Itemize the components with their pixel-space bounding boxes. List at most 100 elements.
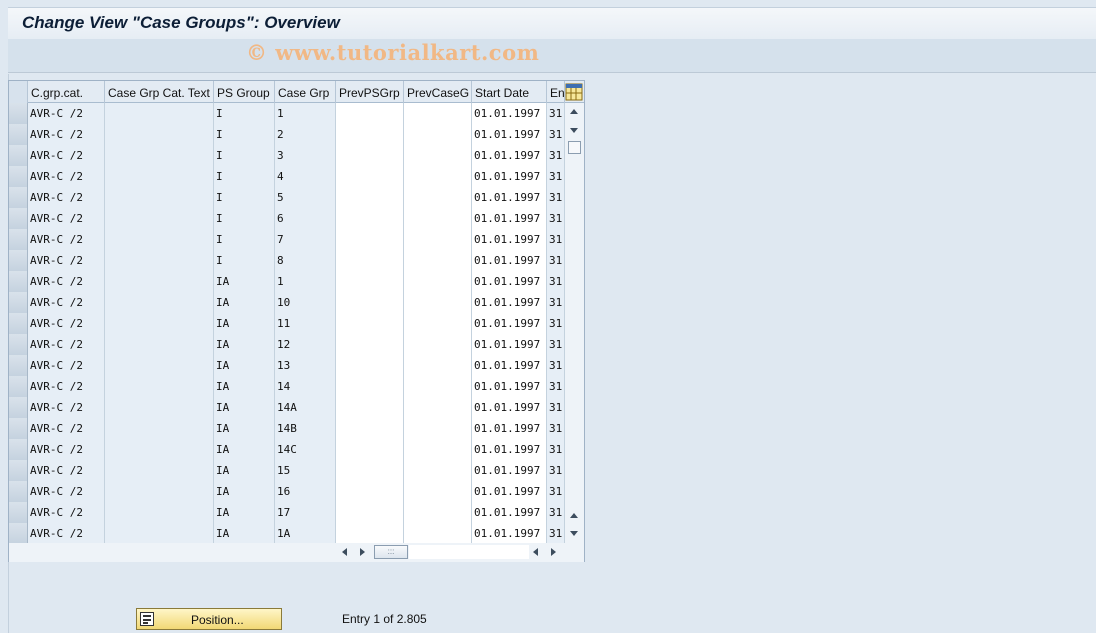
cell-case-group[interactable]: 4	[275, 166, 336, 187]
cell-ps-group[interactable]: IA	[214, 292, 275, 313]
cell-ps-group[interactable]: I	[214, 145, 275, 166]
cell-previous-case-group[interactable]	[404, 124, 472, 145]
cell-ps-group[interactable]: I	[214, 250, 275, 271]
cell-previous-ps-group[interactable]	[336, 523, 404, 544]
scroll-left-icon[interactable]	[342, 548, 347, 556]
cell-previous-ps-group[interactable]	[336, 355, 404, 376]
cell-case-group-category-text[interactable]	[105, 271, 214, 292]
cell-previous-ps-group[interactable]	[336, 439, 404, 460]
cell-case-group-category[interactable]: AVR-C /2	[28, 145, 105, 166]
cell-case-group-category-text[interactable]	[105, 145, 214, 166]
table-row[interactable]: AVR-C /2 IA 12 01.01.1997 31	[9, 334, 565, 355]
cell-case-group-category[interactable]: AVR-C /2	[28, 502, 105, 523]
cell-ps-group[interactable]: IA	[214, 355, 275, 376]
cell-end-date[interactable]: 31	[547, 124, 565, 145]
table-row[interactable]: AVR-C /2 IA 11 01.01.1997 31	[9, 313, 565, 334]
table-row[interactable]: AVR-C /2 IA 13 01.01.1997 31	[9, 355, 565, 376]
row-selector[interactable]	[9, 208, 28, 229]
cell-ps-group[interactable]: IA	[214, 460, 275, 481]
column-header-case-group[interactable]: Case Grp	[275, 81, 336, 103]
cell-ps-group[interactable]: IA	[214, 439, 275, 460]
row-selector[interactable]	[9, 271, 28, 292]
cell-ps-group[interactable]: IA	[214, 523, 275, 544]
cell-start-date[interactable]: 01.01.1997	[472, 145, 547, 166]
table-row[interactable]: AVR-C /2 I 1 01.01.1997 31	[9, 103, 565, 124]
row-selector[interactable]	[9, 523, 28, 544]
cell-previous-ps-group[interactable]	[336, 124, 404, 145]
cell-end-date[interactable]: 31	[547, 334, 565, 355]
cell-case-group-category-text[interactable]	[105, 376, 214, 397]
cell-start-date[interactable]: 01.01.1997	[472, 355, 547, 376]
cell-previous-case-group[interactable]	[404, 271, 472, 292]
cell-previous-ps-group[interactable]	[336, 103, 404, 124]
cell-case-group[interactable]: 13	[275, 355, 336, 376]
row-selector[interactable]	[9, 166, 28, 187]
row-selector[interactable]	[9, 481, 28, 502]
column-header-case-group-category[interactable]: C.grp.cat.	[28, 81, 105, 103]
cell-case-group-category[interactable]: AVR-C /2	[28, 292, 105, 313]
cell-start-date[interactable]: 01.01.1997	[472, 271, 547, 292]
scroll-right-icon[interactable]	[360, 548, 365, 556]
table-row[interactable]: AVR-C /2 IA 17 01.01.1997 31	[9, 502, 565, 523]
cell-case-group-category-text[interactable]	[105, 313, 214, 334]
cell-start-date[interactable]: 01.01.1997	[472, 460, 547, 481]
cell-previous-case-group[interactable]	[404, 502, 472, 523]
cell-previous-ps-group[interactable]	[336, 187, 404, 208]
cell-previous-case-group[interactable]	[404, 103, 472, 124]
cell-start-date[interactable]: 01.01.1997	[472, 250, 547, 271]
cell-case-group-category[interactable]: AVR-C /2	[28, 523, 105, 544]
cell-case-group-category-text[interactable]	[105, 208, 214, 229]
cell-case-group-category-text[interactable]	[105, 418, 214, 439]
table-row[interactable]: AVR-C /2 IA 16 01.01.1997 31	[9, 481, 565, 502]
cell-start-date[interactable]: 01.01.1997	[472, 439, 547, 460]
table-row[interactable]: AVR-C /2 IA 14C 01.01.1997 31	[9, 439, 565, 460]
cell-previous-ps-group[interactable]	[336, 460, 404, 481]
cell-ps-group[interactable]: IA	[214, 502, 275, 523]
select-all-cell[interactable]	[9, 81, 28, 103]
cell-case-group[interactable]: 6	[275, 208, 336, 229]
cell-case-group[interactable]: 7	[275, 229, 336, 250]
cell-previous-ps-group[interactable]	[336, 208, 404, 229]
table-row[interactable]: AVR-C /2 I 4 01.01.1997 31	[9, 166, 565, 187]
cell-start-date[interactable]: 01.01.1997	[472, 313, 547, 334]
cell-end-date[interactable]: 31	[547, 292, 565, 313]
cell-case-group-category[interactable]: AVR-C /2	[28, 103, 105, 124]
cell-end-date[interactable]: 31	[547, 397, 565, 418]
cell-case-group[interactable]: 5	[275, 187, 336, 208]
column-header-ps-group[interactable]: PS Group	[214, 81, 275, 103]
cell-start-date[interactable]: 01.01.1997	[472, 166, 547, 187]
cell-case-group-category[interactable]: AVR-C /2	[28, 460, 105, 481]
cell-previous-case-group[interactable]	[404, 397, 472, 418]
cell-end-date[interactable]: 31	[547, 523, 565, 544]
cell-end-date[interactable]: 31	[547, 460, 565, 481]
table-row[interactable]: AVR-C /2 I 2 01.01.1997 31	[9, 124, 565, 145]
cell-start-date[interactable]: 01.01.1997	[472, 229, 547, 250]
cell-ps-group[interactable]: IA	[214, 481, 275, 502]
cell-case-group[interactable]: 1	[275, 103, 336, 124]
cell-case-group-category[interactable]: AVR-C /2	[28, 166, 105, 187]
cell-case-group[interactable]: 12	[275, 334, 336, 355]
cell-previous-ps-group[interactable]	[336, 145, 404, 166]
cell-case-group[interactable]: 17	[275, 502, 336, 523]
cell-case-group[interactable]: 14B	[275, 418, 336, 439]
cell-case-group-category-text[interactable]	[105, 187, 214, 208]
cell-ps-group[interactable]: I	[214, 229, 275, 250]
table-row[interactable]: AVR-C /2 IA 14 01.01.1997 31	[9, 376, 565, 397]
cell-previous-case-group[interactable]	[404, 418, 472, 439]
cell-ps-group[interactable]: I	[214, 124, 275, 145]
cell-previous-case-group[interactable]	[404, 145, 472, 166]
cell-start-date[interactable]: 01.01.1997	[472, 418, 547, 439]
cell-case-group-category[interactable]: AVR-C /2	[28, 229, 105, 250]
cell-previous-ps-group[interactable]	[336, 481, 404, 502]
table-row[interactable]: AVR-C /2 I 8 01.01.1997 31	[9, 250, 565, 271]
cell-case-group-category-text[interactable]	[105, 502, 214, 523]
cell-case-group-category[interactable]: AVR-C /2	[28, 439, 105, 460]
table-settings-icon[interactable]	[565, 83, 583, 101]
cell-start-date[interactable]: 01.01.1997	[472, 397, 547, 418]
cell-previous-ps-group[interactable]	[336, 418, 404, 439]
cell-previous-case-group[interactable]	[404, 523, 472, 544]
cell-ps-group[interactable]: I	[214, 103, 275, 124]
cell-previous-case-group[interactable]	[404, 334, 472, 355]
cell-start-date[interactable]: 01.01.1997	[472, 208, 547, 229]
cell-previous-case-group[interactable]	[404, 460, 472, 481]
